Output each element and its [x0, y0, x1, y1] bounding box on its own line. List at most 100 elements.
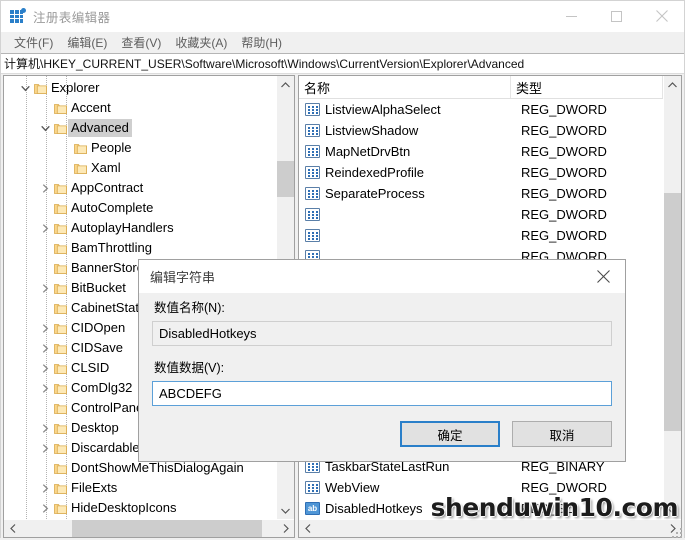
value-data-input[interactable]: ABCDEFG: [152, 381, 612, 406]
tree-item-appcontract[interactable]: AppContract: [4, 178, 276, 198]
folder-icon: [52, 318, 68, 338]
folder-icon: [72, 138, 88, 158]
menu-item-edit[interactable]: 编辑(E): [60, 32, 114, 53]
menu-item-help[interactable]: 帮助(H): [234, 32, 289, 53]
folder-icon: [52, 178, 68, 198]
tree-twisty-leaf-icon[interactable]: [58, 138, 72, 158]
tree-twisty-leaf-icon[interactable]: [58, 158, 72, 178]
values-vertical-scrollbar[interactable]: [663, 76, 681, 519]
dword-icon: [305, 208, 320, 221]
tree-twisty-leaf-icon[interactable]: [38, 518, 52, 519]
folder-icon: [52, 258, 68, 278]
tree-item-autoplayhandlers[interactable]: AutoplayHandlers: [4, 218, 276, 238]
tree-item-bamthrottling[interactable]: BamThrottling: [4, 238, 276, 258]
column-header-type[interactable]: 类型: [511, 76, 663, 98]
site-watermark: shenduwin10.com: [431, 493, 678, 522]
value-row[interactable]: MapNetDrvBtnREG_DWORD: [299, 141, 663, 162]
value-type-icon: [299, 187, 323, 200]
folder-icon: [52, 478, 68, 498]
ok-button[interactable]: 确定: [400, 421, 500, 447]
tree-scroll-thumb[interactable]: [277, 161, 294, 197]
dialog-close-icon[interactable]: [581, 260, 625, 293]
value-type-icon: [299, 145, 323, 158]
tree-item-label: AutoplayHandlers: [68, 219, 177, 237]
tree-twisty-collapsed-icon[interactable]: [38, 358, 52, 378]
scroll-down-icon[interactable]: [277, 502, 294, 519]
tree-item-label: Desktop: [68, 419, 122, 437]
tree-twisty-collapsed-icon[interactable]: [38, 378, 52, 398]
tree-item-people[interactable]: People: [4, 138, 276, 158]
tree-twisty-leaf-icon[interactable]: [38, 298, 52, 318]
folder-icon: [52, 378, 68, 398]
values-hscroll-track[interactable]: [316, 520, 664, 537]
tree-item-logonstats[interactable]: LogonStats: [4, 518, 276, 519]
tree-twisty-collapsed-icon[interactable]: [38, 338, 52, 358]
folder-icon: [52, 298, 68, 318]
value-row[interactable]: REG_DWORD: [299, 225, 663, 246]
menu-item-favorites[interactable]: 收藏夹(A): [168, 32, 234, 53]
minimize-icon[interactable]: [549, 1, 594, 31]
tree-item-explorer[interactable]: Explorer: [4, 78, 276, 98]
tree-hscroll-track[interactable]: [21, 520, 277, 537]
menu-bar: 文件(F) 编辑(E) 查看(V) 收藏夹(A) 帮助(H): [1, 32, 684, 53]
registry-editor-icon: [10, 8, 26, 24]
tree-twisty-leaf-icon[interactable]: [38, 238, 52, 258]
value-name: ReindexedProfile: [323, 165, 521, 180]
tree-twisty-leaf-icon[interactable]: [38, 98, 52, 118]
tree-item-label: Accent: [68, 99, 114, 117]
tree-twisty-expanded-icon[interactable]: [38, 118, 52, 138]
value-row[interactable]: ReindexedProfileREG_DWORD: [299, 162, 663, 183]
tree-twisty-leaf-icon[interactable]: [38, 398, 52, 418]
tree-item-fileexts[interactable]: FileExts: [4, 478, 276, 498]
value-type-icon: ab: [299, 502, 323, 515]
scroll-up-icon[interactable]: [277, 76, 294, 93]
address-bar[interactable]: 计算机\HKEY_CURRENT_USER\Software\Microsoft…: [1, 53, 684, 74]
tree-twisty-collapsed-icon[interactable]: [38, 498, 52, 518]
value-name-input[interactable]: DisabledHotkeys: [152, 321, 612, 346]
cancel-button[interactable]: 取消: [512, 421, 612, 447]
tree-hscroll-thumb[interactable]: [72, 520, 262, 537]
maximize-icon[interactable]: [594, 1, 639, 31]
value-row[interactable]: SeparateProcessREG_DWORD: [299, 183, 663, 204]
scroll-left-icon[interactable]: [4, 520, 21, 536]
menu-item-file[interactable]: 文件(F): [7, 32, 60, 53]
value-type-icon: [299, 124, 323, 137]
values-scroll-left-icon[interactable]: [299, 520, 316, 536]
value-row[interactable]: ListviewAlphaSelectREG_DWORD: [299, 99, 663, 120]
tree-twisty-collapsed-icon[interactable]: [38, 318, 52, 338]
tree-item-xaml[interactable]: Xaml: [4, 158, 276, 178]
tree-twisty-leaf-icon[interactable]: [38, 258, 52, 278]
values-scroll-up-icon[interactable]: [664, 76, 681, 93]
tree-item-label: BamThrottling: [68, 239, 155, 257]
tree-item-accent[interactable]: Accent: [4, 98, 276, 118]
column-header-name[interactable]: 名称: [299, 76, 511, 98]
tree-twisty-collapsed-icon[interactable]: [38, 178, 52, 198]
tree-item-advanced[interactable]: Advanced: [4, 118, 276, 138]
folder-icon: [52, 118, 68, 138]
tree-twisty-leaf-icon[interactable]: [38, 198, 52, 218]
tree-twisty-collapsed-icon[interactable]: [38, 218, 52, 238]
menu-item-view[interactable]: 查看(V): [114, 32, 168, 53]
tree-twisty-expanded-icon[interactable]: [18, 78, 32, 98]
tree-twisty-collapsed-icon[interactable]: [38, 478, 52, 498]
values-scroll-thumb[interactable]: [664, 193, 681, 431]
folder-icon: [52, 398, 68, 418]
tree-twisty-collapsed-icon[interactable]: [38, 418, 52, 438]
value-type: REG_DWORD: [521, 165, 607, 180]
value-row[interactable]: ListviewShadowREG_DWORD: [299, 120, 663, 141]
tree-item-hidedesktopicons[interactable]: HideDesktopIcons: [4, 498, 276, 518]
value-row[interactable]: REG_DWORD: [299, 204, 663, 225]
tree-twisty-collapsed-icon[interactable]: [38, 438, 52, 458]
scroll-right-icon[interactable]: [277, 520, 294, 536]
folder-icon: [52, 218, 68, 238]
dword-icon: [305, 481, 320, 494]
tree-horizontal-scrollbar[interactable]: [4, 519, 294, 537]
title-bar: 注册表编辑器: [1, 1, 684, 32]
tree-twisty-leaf-icon[interactable]: [38, 458, 52, 478]
close-icon[interactable]: [639, 1, 684, 31]
resize-grip[interactable]: [670, 526, 682, 538]
tree-item-autocomplete[interactable]: AutoComplete: [4, 198, 276, 218]
values-scroll-track[interactable]: [664, 93, 681, 502]
folder-icon: [52, 418, 68, 438]
tree-twisty-collapsed-icon[interactable]: [38, 278, 52, 298]
